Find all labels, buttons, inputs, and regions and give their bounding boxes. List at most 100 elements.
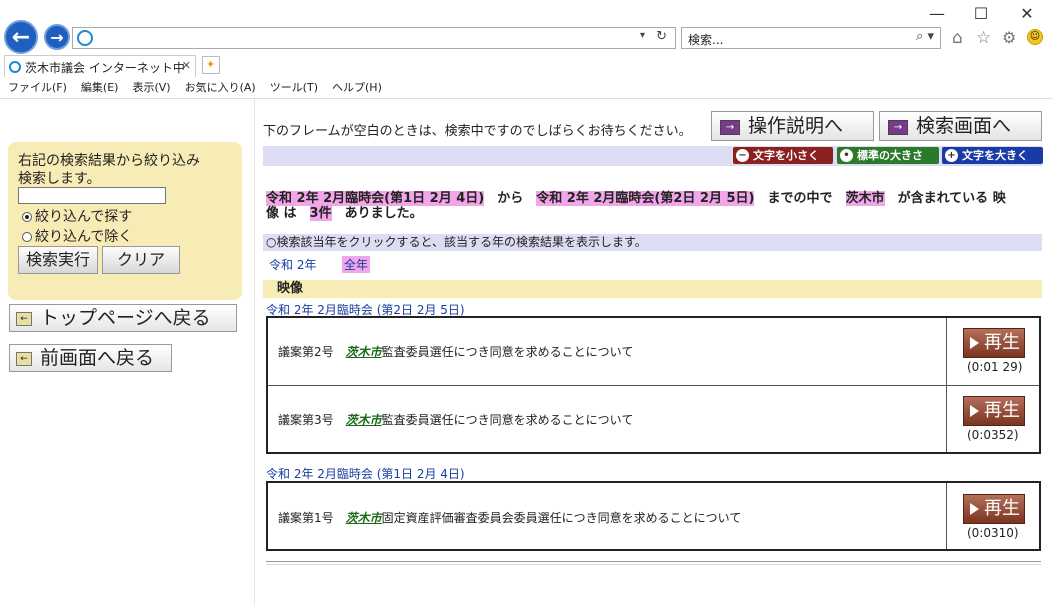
radio-include[interactable]: 絞り込んで探す [22, 206, 132, 226]
gear-icon[interactable]: ⚙ [1002, 28, 1016, 47]
line2-suffix: ありました。 [344, 206, 423, 221]
radio-selected-icon [22, 212, 32, 222]
line2-prefix: 像 は [266, 206, 297, 221]
search-placeholder: 検索... [688, 33, 724, 47]
play-label: 再生 [984, 498, 1020, 519]
arrow-left-icon: ← [11, 25, 31, 50]
refine-keyword-input[interactable] [18, 187, 166, 204]
smiley-feedback-icon[interactable]: ☺ [1027, 29, 1043, 45]
clear-button[interactable]: クリア [102, 246, 180, 274]
dot-icon: • [840, 149, 853, 162]
font-large-button[interactable]: + 文字を大きく [942, 147, 1043, 164]
refresh-icon[interactable]: ↻ [656, 29, 667, 44]
bill-title: 固定資産評価審査委員会委員選任につき同意を求めることについて [381, 511, 742, 525]
search-execute-button[interactable]: 検索実行 [18, 246, 98, 274]
home-icon[interactable]: ⌂ [952, 28, 963, 48]
close-tab-icon[interactable]: ✕ [182, 59, 191, 72]
help-button-label: 操作説明へ [748, 115, 844, 137]
font-normal-label: 標準の大きさ [857, 149, 923, 162]
top-page-link[interactable]: ← トップページへ戻る [9, 304, 237, 332]
minimize-button[interactable]: — [922, 4, 952, 23]
new-tab-icon: ✦ [206, 58, 216, 71]
radio-unselected-icon [22, 232, 32, 242]
duration: (0:0352) [967, 428, 1019, 442]
column-divider [946, 483, 947, 549]
menu-tools[interactable]: ツール(T) [270, 78, 318, 98]
year-hint: ○検索該当年をクリックすると、該当する年の検索結果を表示します。 [263, 234, 1042, 251]
table-row: 議案第1号 茨木市固定資産評価審査委員会委員選任につき同意を求めることについて [278, 509, 741, 526]
bottom-divider [266, 561, 1041, 565]
duration: (0:01 29) [967, 360, 1023, 374]
font-small-button[interactable]: − 文字を小さく [733, 147, 833, 164]
menu-edit[interactable]: 編集(E) [81, 78, 119, 98]
ie-logo-icon [9, 61, 21, 73]
search-keyword: 茨木市 [845, 191, 885, 206]
menu-file[interactable]: ファイル(F) [8, 78, 67, 98]
browser-tab[interactable]: 茨木市議会 インターネット中継 ✕ [4, 55, 196, 92]
keyword-highlight: 茨木市 [345, 345, 382, 359]
refine-text-line1: 右記の検索結果から絞り込み [18, 153, 200, 169]
menu-view[interactable]: 表示(V) [132, 78, 170, 98]
close-button[interactable]: ✕ [1012, 4, 1042, 23]
play-label: 再生 [984, 332, 1020, 353]
play-icon [970, 337, 979, 349]
maximize-button[interactable]: ☐ [966, 4, 996, 23]
arrow-right-icon: → [888, 120, 908, 135]
year-link-reiwa2[interactable]: 令和 2年 [269, 256, 316, 273]
bill-number: 議案第2号 [278, 345, 334, 359]
duration: (0:0310) [967, 526, 1019, 540]
result-count: 3件 [309, 206, 332, 221]
results-table: 議案第1号 茨木市固定資産評価審査委員会委員選任につき同意を求めることについて … [266, 481, 1041, 551]
keyword-highlight: 茨木市 [345, 413, 382, 427]
year-link-all[interactable]: 全年 [342, 256, 371, 273]
forward-button[interactable]: → [44, 24, 70, 50]
results-table: 議案第2号 茨木市監査委員選任につき同意を求めることについて 再生 (0:01 … [266, 316, 1041, 454]
bill-title: 監査委員選任につき同意を求めることについて [381, 413, 634, 427]
menu-help[interactable]: ヘルプ(H) [332, 78, 382, 98]
keyword-suffix: が含まれている 映 [897, 191, 1006, 206]
prev-page-label: 前画面へ戻る [40, 347, 155, 369]
keyword-highlight: 茨木市 [345, 511, 382, 525]
back-button[interactable]: ← [4, 20, 38, 54]
table-row: 議案第3号 茨木市監査委員選任につき同意を求めることについて [278, 411, 633, 428]
radio-exclude[interactable]: 絞り込んで除く [22, 226, 132, 246]
row-divider [268, 385, 1039, 386]
dropdown-icon[interactable]: ▾ [640, 30, 645, 41]
search-screen-label: 検索画面へ [916, 115, 1012, 137]
play-button[interactable]: 再生 [963, 328, 1025, 358]
favorites-star-icon[interactable]: ☆ [976, 28, 991, 48]
font-normal-button[interactable]: • 標準の大きさ [837, 147, 939, 164]
play-icon [970, 503, 979, 515]
font-small-label: 文字を小さく [753, 149, 819, 162]
arrow-right-icon: → [720, 120, 740, 135]
browser-search-input[interactable]: 検索... ⌕ ▾ [681, 27, 941, 49]
table-row: 議案第2号 茨木市監査委員選任につき同意を求めることについて [278, 343, 633, 360]
play-label: 再生 [984, 400, 1020, 421]
arrow-right-icon: → [50, 28, 64, 47]
menu-favorites[interactable]: お気に入り(A) [185, 78, 256, 98]
search-screen-button[interactable]: → 検索画面へ [879, 111, 1042, 141]
font-large-label: 文字を大きく [962, 149, 1028, 162]
section-title: 映像 [263, 280, 1042, 298]
session-heading: 令和 2年 2月臨時会 (第1日 2月 4日) [266, 467, 465, 481]
search-summary-line2: 像 は 3件 ありました。 [266, 202, 423, 221]
bill-title: 監査委員選任につき同意を求めることについて [381, 345, 634, 359]
loading-notice: 下のフレームが空白のときは、検索中ですのでしばらくお待ちください。 [263, 124, 692, 139]
plus-icon: + [945, 149, 958, 162]
ie-logo-icon [77, 30, 93, 46]
bill-number: 議案第3号 [278, 413, 334, 427]
address-bar[interactable]: ▾ ↻ [72, 27, 676, 49]
prev-page-link[interactable]: ← 前画面へ戻る [9, 344, 172, 372]
back-arrow-icon: ← [16, 312, 32, 326]
play-button[interactable]: 再生 [963, 396, 1025, 426]
radio-include-label: 絞り込んで探す [35, 209, 133, 225]
play-button[interactable]: 再生 [963, 494, 1025, 524]
play-icon [970, 405, 979, 417]
back-arrow-icon: ← [16, 352, 32, 366]
search-icon[interactable]: ⌕ ▾ [916, 29, 934, 44]
new-tab-button[interactable]: ✦ [202, 56, 220, 74]
help-button[interactable]: → 操作説明へ [711, 111, 874, 141]
radio-exclude-label: 絞り込んで除く [35, 229, 133, 245]
bill-number: 議案第1号 [278, 511, 334, 525]
range-to: 令和 2年 2月臨時会(第2日 2月 5日) [536, 191, 755, 206]
